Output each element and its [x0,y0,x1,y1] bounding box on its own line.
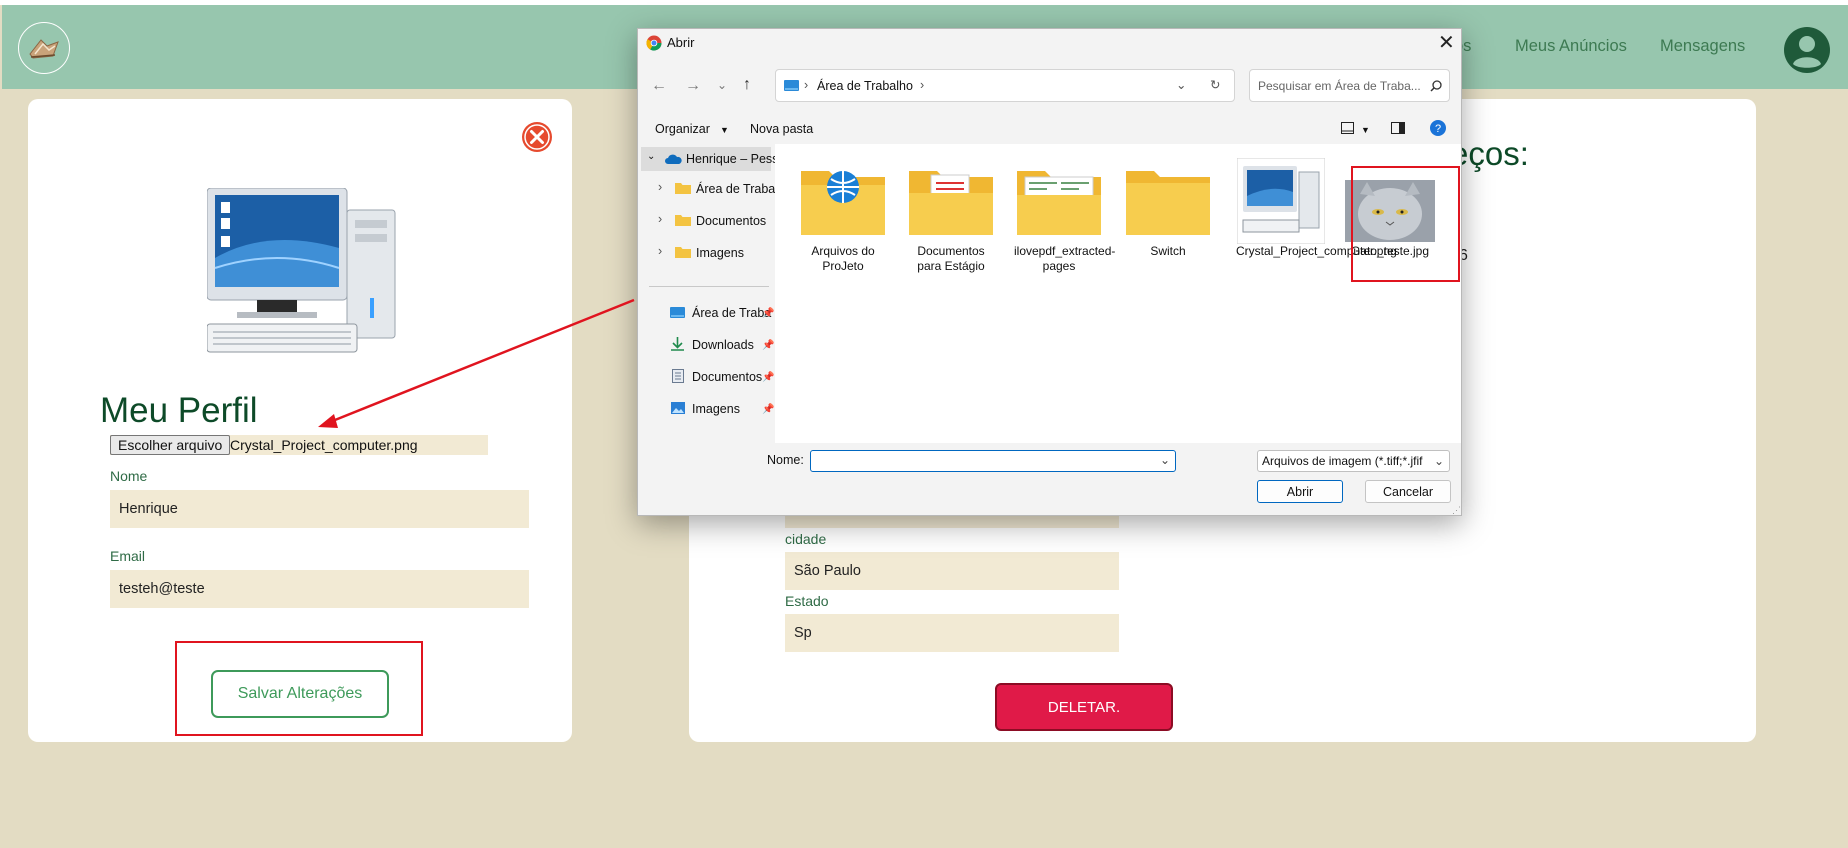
document-icon [672,369,684,383]
sidebar-divider [649,286,769,287]
pin-icon: 📌 [762,308,775,319]
navigation-pane: ⌄ Henrique – Pess › Área de Traball › Do… [639,144,790,470]
breadcrumb[interactable]: Área de Trabalho [817,79,913,93]
state-label: Estado [785,593,829,609]
resize-grip-icon[interactable]: ⋰ [1452,505,1461,516]
download-arrow-icon [671,337,684,351]
dialog-title: Abrir [667,35,695,50]
web-folder-icon [801,171,885,235]
address-bar[interactable]: › Área de Trabalho › ⌄ ↻ [775,69,1235,102]
chosen-file-name: Crystal_Project_computer.png [230,437,418,453]
cancel-button[interactable]: Cancelar [1365,480,1451,503]
sidebar-item-onedrive[interactable]: Henrique – Pess [686,152,778,166]
nav-link-my-ads[interactable]: Meus Anúncios [1515,37,1627,56]
folder-with-document-icon [909,171,993,235]
folder-icon [675,183,691,194]
file-label: Arquivos do ProJeto [811,244,875,273]
new-folder-button[interactable]: Nova pasta [750,122,813,136]
address-dropdown-icon[interactable]: ⌄ [1176,77,1186,92]
close-profile-icon[interactable] [521,121,553,153]
choose-file-button[interactable]: Escolher arquivo [110,435,231,455]
recent-dropdown-icon[interactable]: ⌄ [717,78,727,92]
file-type-select[interactable]: Arquivos de imagem (*.tiff;*.jfif ⌄ [1257,450,1450,472]
organize-menu[interactable]: Organizar [655,122,710,136]
view-options-icon[interactable] [1341,122,1354,134]
city-field[interactable]: São Paulo [785,552,1119,590]
onedrive-cloud-icon [665,154,682,164]
breadcrumb-chevron-icon[interactable]: › [920,78,924,92]
desktop-icon [670,307,685,318]
open-button[interactable]: Abrir [1257,480,1343,503]
name-label: Nome [110,468,148,484]
preview-pane-icon[interactable] [1391,122,1405,134]
tree-chevron-icon[interactable]: › [658,212,662,226]
refresh-icon[interactable]: ↻ [1210,77,1220,92]
folder-icon [675,247,691,258]
dialog-close-icon[interactable]: ✕ [1438,30,1455,55]
forward-arrow-icon[interactable]: → [685,77,701,95]
sidebar-tree-item[interactable]: Imagens [696,246,744,260]
file-type-value: Arquivos de imagem (*.tiff;*.jfif [1262,454,1423,468]
pin-icon: 📌 [762,404,775,415]
folder-icon [1126,171,1210,235]
svg-text:?: ? [1435,123,1441,135]
search-placeholder: Pesquisar em Área de Traba... [1258,79,1421,93]
quick-access-item[interactable]: Imagens [692,402,740,416]
open-file-dialog: Abrir ✕ ← → ⌄ ↑ › Área de Trabalho › ⌄ ↻… [637,28,1462,516]
quick-access-item[interactable]: Documentos [692,370,762,384]
sidebar-tree-item[interactable]: Documentos [696,214,766,228]
file-name-dropdown-icon[interactable]: ⌄ [1160,453,1170,467]
search-icon [1430,80,1442,92]
file-label: ilovepdf_extracted-pages [1014,244,1116,273]
quick-access-item[interactable]: Área de Traba [692,306,771,320]
site-logo[interactable] [18,22,70,74]
delete-button[interactable]: DELETAR. [995,683,1173,731]
email-label: Email [110,548,146,564]
sidebar-tree-item[interactable]: Área de Traball [696,182,781,196]
view-chevron-icon[interactable]: ▼ [1361,125,1370,135]
nav-link-messages[interactable]: Mensagens [1660,37,1745,56]
chrome-icon [646,35,662,51]
back-arrow-icon[interactable]: ← [651,77,667,95]
up-arrow-icon[interactable]: ↑ [743,76,751,94]
computer-image [207,188,396,353]
organize-chevron-icon[interactable]: ▼ [720,125,729,135]
file-label: Crystal_Project_computer.png [1236,244,1397,258]
email-field[interactable]: testeh@teste [110,570,529,608]
pin-icon: 📌 [762,340,775,351]
expand-chevron-icon[interactable]: ⌄ [647,151,655,162]
profile-title: Meu Perfil [100,391,258,430]
file-name-label: Nome: [767,453,804,467]
file-name-input[interactable]: ⌄ [810,450,1176,472]
folder-icon [675,215,691,226]
computer-thumbnail-icon [1237,158,1325,244]
city-label: cidade [785,531,827,547]
file-label: Documentos para Estágio [917,244,985,273]
state-field[interactable]: Sp [785,614,1119,652]
folder-with-pages-icon [1017,171,1101,235]
file-input[interactable]: Escolher arquivo Crystal_Project_compute… [110,435,488,455]
quick-access-item[interactable]: Downloads [692,338,754,352]
breadcrumb-separator-icon: › [804,78,809,92]
annotation-box-save [175,641,423,736]
file-type-chevron-icon[interactable]: ⌄ [1434,451,1444,471]
tree-chevron-icon[interactable]: › [658,180,662,194]
name-field[interactable]: Henrique [110,490,529,528]
book-logo-icon [29,39,59,59]
annotation-box-cat-file [1351,166,1460,282]
image-icon [671,402,685,414]
help-icon[interactable]: ? [1430,120,1446,136]
file-label: Switch [1150,244,1186,258]
tree-chevron-icon[interactable]: › [658,244,662,258]
search-input[interactable]: Pesquisar em Área de Traba... [1249,69,1450,102]
pin-icon: 📌 [762,372,775,383]
desktop-icon [784,80,799,91]
user-avatar-icon[interactable] [1784,27,1830,73]
